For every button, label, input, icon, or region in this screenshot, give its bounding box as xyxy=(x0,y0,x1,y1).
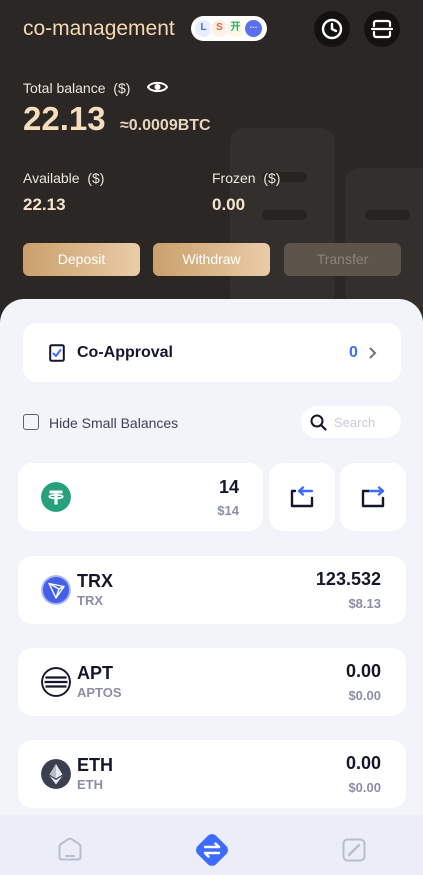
token-network: TRX xyxy=(77,593,103,608)
available-label: Available ($) xyxy=(23,170,105,186)
btc-equivalent: ≈0.0009BTC xyxy=(120,117,211,134)
token-amount: 123.532 xyxy=(315,569,381,589)
token-usd-value: $14 xyxy=(217,503,239,518)
transfer-out-button[interactable] xyxy=(340,463,406,531)
wallet-header: co-management L S 开 ··· Total balance ($… xyxy=(0,0,423,330)
bottom-tab-bar xyxy=(0,815,423,875)
search-box[interactable]: Search xyxy=(301,406,401,438)
withdraw-button[interactable]: Withdraw xyxy=(153,243,270,276)
home-icon[interactable] xyxy=(57,836,83,862)
transfer-button[interactable]: Transfer xyxy=(284,243,401,276)
frozen-label: Frozen ($) xyxy=(212,170,281,186)
token-symbol: APT xyxy=(77,663,113,683)
available-value: 22.13 xyxy=(23,195,66,214)
token-network: APTOS xyxy=(77,685,122,700)
hide-small-balances-label: Hide Small Balances xyxy=(49,415,179,431)
checklist-icon xyxy=(49,344,65,362)
decorative-bar xyxy=(365,210,410,220)
transfer-in-button[interactable] xyxy=(269,463,335,531)
eye-icon[interactable] xyxy=(147,79,168,95)
avatar: 开 xyxy=(226,19,245,38)
token-usd-value: $8.13 xyxy=(348,596,381,611)
total-balance-value: 22.13 xyxy=(23,100,106,137)
edit-icon[interactable] xyxy=(341,837,367,863)
co-approval-row[interactable]: Co-Approval 0 xyxy=(23,323,401,382)
token-symbol: TRX xyxy=(77,571,113,591)
clock-icon xyxy=(321,18,343,40)
token-network: ETH xyxy=(77,777,103,792)
token-amount: 14 xyxy=(218,477,239,497)
transfer-out-icon xyxy=(361,486,385,508)
decorative-shape xyxy=(345,168,423,308)
history-button[interactable] xyxy=(314,11,350,47)
hide-small-balances-checkbox[interactable] xyxy=(23,414,39,430)
wallet-swap-icon[interactable] xyxy=(190,828,234,872)
chevron-right-icon xyxy=(369,347,377,359)
token-usd-value: $0.00 xyxy=(348,780,381,795)
decorative-bar xyxy=(262,210,307,220)
transfer-in-icon xyxy=(290,486,314,508)
token-row-trx[interactable]: TRX TRX 123.532 $8.13 xyxy=(18,556,406,624)
frozen-value: 0.00 xyxy=(212,195,246,214)
token-amount: 0.00 xyxy=(345,753,381,773)
tron-icon xyxy=(41,575,71,605)
token-symbol: ETH xyxy=(77,755,113,775)
tether-icon xyxy=(41,482,71,512)
token-row-apt[interactable]: APT APTOS 0.00 $0.00 xyxy=(18,648,406,716)
token-amount: 0.00 xyxy=(345,661,381,681)
switch-wallet-button[interactable] xyxy=(364,11,400,47)
co-approval-label: Co-Approval xyxy=(77,344,173,361)
aptos-icon xyxy=(41,667,71,697)
search-placeholder: Search xyxy=(334,415,376,430)
token-row-eth[interactable]: ETH ETH 0.00 $0.00 xyxy=(18,740,406,808)
total-balance-label: Total balance ($) xyxy=(23,80,131,96)
token-usd-value: $0.00 xyxy=(348,688,381,703)
ethereum-icon xyxy=(41,759,71,789)
deposit-button[interactable]: Deposit xyxy=(23,243,140,276)
app-title: co-management xyxy=(23,17,175,40)
member-avatars[interactable]: L S 开 ··· xyxy=(191,16,267,41)
co-approval-count: 0 xyxy=(349,344,358,361)
avatar: ··· xyxy=(244,19,263,38)
search-icon xyxy=(310,414,327,431)
swap-card-icon xyxy=(370,19,394,39)
token-row-usdt[interactable]: 14 $14 xyxy=(18,463,263,531)
